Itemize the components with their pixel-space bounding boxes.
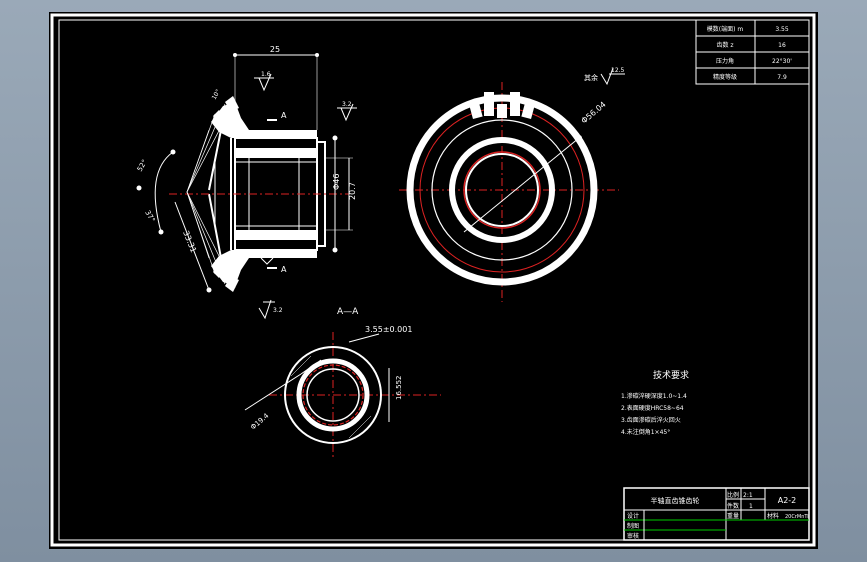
title-material-value: 20CrMnTi bbox=[785, 514, 809, 520]
drawing-sheet: 模数(端面) m 3.55 齿数 z 16 压力角 22°30' 精度等级 7.… bbox=[49, 12, 818, 549]
title-drawing-no: A2-2 bbox=[778, 496, 797, 505]
param-value-2: 22°30' bbox=[772, 58, 792, 65]
cad-drawing: 模数(端面) m 3.55 齿数 z 16 压力角 22°30' 精度等级 7.… bbox=[50, 13, 816, 547]
dim-angle-52: 52° bbox=[136, 158, 149, 173]
section-marker-top: A bbox=[281, 111, 287, 120]
dim-cone-distance: 33.31 bbox=[181, 229, 198, 254]
dim-angle-top: 10° bbox=[211, 88, 222, 101]
dim-width-25: 25 bbox=[270, 45, 280, 54]
roughness-top: 1.6 bbox=[261, 71, 271, 78]
gear-parameter-table: 模数(端面) m 3.55 齿数 z 16 压力角 22°30' 精度等级 7.… bbox=[695, 19, 810, 85]
tech-requirements: 技术要求 1.渗碳淬硬深度1.0~1.4 2.表面硬度HRC58~64 3.齿面… bbox=[621, 369, 689, 436]
gear-section-view: 25 1.6 3.2 A A Φ46 20.7 52° 37° 10° 33.3… bbox=[136, 45, 357, 320]
tech-req-item-3: 4.未注倒角1×45° bbox=[621, 428, 670, 436]
dim-spline-width: 3.55±0.001 bbox=[365, 325, 412, 334]
tech-req-item-1: 2.表面硬度HRC58~64 bbox=[621, 404, 684, 412]
title-design-label: 设计 bbox=[627, 512, 639, 520]
outer-frame bbox=[50, 13, 816, 547]
param-name-1: 齿数 z bbox=[716, 41, 733, 49]
title-material-label: 材料 bbox=[767, 512, 779, 520]
title-drafting-label: 制图 bbox=[627, 522, 639, 530]
roughness-bottom: 3.2 bbox=[273, 307, 283, 314]
spline-section-view: A—A 3.55±0.001 16.552 Φ19.4 bbox=[244, 307, 441, 458]
title-qty-label: 件数 bbox=[727, 502, 739, 510]
roughness-other: 12.5 bbox=[611, 67, 625, 74]
tech-req-item-0: 1.渗碳淬硬深度1.0~1.4 bbox=[621, 392, 687, 400]
title-scale-value: 2:1 bbox=[743, 492, 753, 499]
param-value-0: 3.55 bbox=[775, 26, 789, 33]
param-value-3: 7.9 bbox=[777, 74, 787, 81]
title-block: 半轴直齿锥齿轮 比例 2:1 件数 1 重量 材料 20CrMnTi A2-2 … bbox=[623, 487, 810, 541]
dim-spline-id: Φ19.4 bbox=[249, 411, 271, 431]
title-qty-value: 1 bbox=[749, 503, 753, 510]
title-scale-label: 比例 bbox=[727, 491, 739, 499]
section-marker-bottom: A bbox=[281, 265, 287, 274]
param-name-3: 精度等级 bbox=[713, 73, 737, 81]
other-surfaces-label: 其余 bbox=[584, 73, 598, 82]
param-name-2: 压力角 bbox=[716, 57, 734, 65]
roughness-right: 3.2 bbox=[342, 101, 352, 108]
dim-207: 20.7 bbox=[348, 182, 357, 200]
inner-frame bbox=[58, 19, 810, 541]
title-part-name: 半轴直齿锥齿轮 bbox=[651, 496, 700, 505]
dim-spline-od: 16.552 bbox=[395, 376, 403, 401]
param-name-0: 模数(端面) m bbox=[707, 25, 744, 33]
tech-req-title: 技术要求 bbox=[653, 369, 689, 381]
tech-req-item-2: 3.齿面渗碳后淬火回火 bbox=[621, 416, 681, 424]
title-weight-label: 重量 bbox=[727, 512, 739, 520]
title-review-label: 审核 bbox=[627, 532, 639, 540]
dim-outer-dia: Φ56.04 bbox=[580, 100, 608, 126]
gear-end-view: Φ56.04 其余 12.5 bbox=[399, 67, 625, 302]
section-label: A—A bbox=[337, 307, 359, 317]
dim-angle-37: 37° bbox=[143, 209, 156, 224]
dim-bore-dia: Φ46 bbox=[332, 174, 341, 190]
param-value-1: 16 bbox=[778, 42, 786, 49]
